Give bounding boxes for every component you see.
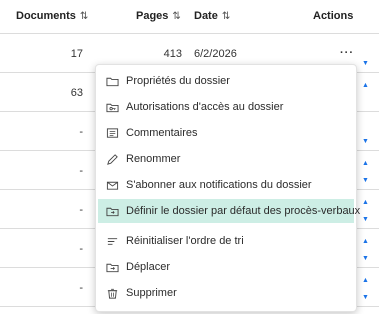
move-down-icon[interactable]: ▼ <box>362 177 369 184</box>
menu-item-folder-permissions[interactable]: Autorisations d'accès au dossier <box>96 95 356 119</box>
column-label-pages: Pages <box>136 10 169 22</box>
menu-item-set-default-minutes-folder[interactable]: Définir le dossier par défaut des procès… <box>98 199 360 223</box>
move-up-icon[interactable]: ▲ <box>362 160 369 167</box>
documents-count: - <box>79 165 83 177</box>
move-up-icon[interactable]: ▲ <box>362 238 369 245</box>
sort-icon[interactable]: ⇅ <box>172 11 180 22</box>
menu-item-folder-properties[interactable]: Propriétés du dossier <box>96 69 356 93</box>
folder-context-menu: Propriétés du dossier Autorisations d'ac… <box>95 64 360 312</box>
menu-item-label: Réinitialiser l'ordre de tri <box>126 235 244 247</box>
folder-key-icon <box>106 101 119 114</box>
sort-reset-icon <box>106 235 119 248</box>
menu-item-move[interactable]: Déplacer <box>96 255 356 279</box>
column-header-date[interactable]: Date ⇅ <box>194 10 230 22</box>
move-down-icon[interactable]: ▼ <box>362 216 369 223</box>
menu-item-label: S'abonner aux notifications du dossier <box>126 179 312 191</box>
menu-item-label: Définir le dossier par défaut des procès… <box>126 205 361 217</box>
documents-count: - <box>79 126 83 138</box>
documents-count: - <box>79 282 83 294</box>
menu-item-label: Commentaires <box>126 127 198 139</box>
folder-default-icon <box>106 205 119 218</box>
pencil-icon <box>106 153 119 166</box>
column-header-documents[interactable]: Documents ⇅ <box>16 10 88 22</box>
move-up-icon[interactable]: ▲ <box>362 199 369 206</box>
menu-item-comments[interactable]: Commentaires <box>96 121 356 145</box>
menu-item-label: Supprimer <box>126 287 177 299</box>
column-label-documents: Documents <box>16 10 76 22</box>
menu-item-label: Autorisations d'accès au dossier <box>126 101 284 113</box>
comment-icon <box>106 127 119 140</box>
sort-icon[interactable]: ⇅ <box>222 11 230 22</box>
date-value: 6/2/2026 <box>194 48 237 60</box>
pages-count: 413 <box>163 48 182 60</box>
table-header: Documents ⇅ Pages ⇅ Date ⇅ Actions <box>0 0 379 34</box>
column-header-actions: Actions <box>313 10 354 22</box>
folder-icon <box>106 75 119 88</box>
move-down-icon[interactable]: ▼ <box>362 138 369 145</box>
mail-subscribe-icon <box>106 179 119 192</box>
sort-icon[interactable]: ⇅ <box>80 11 88 22</box>
menu-item-label: Propriétés du dossier <box>126 75 230 87</box>
menu-item-rename[interactable]: Renommer <box>96 147 356 171</box>
menu-item-label: Renommer <box>126 153 181 165</box>
documents-count: - <box>79 243 83 255</box>
move-down-icon[interactable]: ▼ <box>362 60 369 67</box>
menu-item-subscribe-notifications[interactable]: S'abonner aux notifications du dossier <box>96 173 356 197</box>
documents-count: - <box>79 204 83 216</box>
column-header-pages[interactable]: Pages ⇅ <box>136 10 181 22</box>
documents-count: 63 <box>70 87 83 99</box>
move-icon <box>106 261 119 274</box>
more-actions-button[interactable]: ··· <box>340 47 354 59</box>
move-up-icon[interactable]: ▲ <box>362 277 369 284</box>
move-down-icon[interactable]: ▼ <box>362 255 369 262</box>
menu-item-label: Déplacer <box>126 261 171 273</box>
move-up-icon[interactable]: ▲ <box>362 82 369 89</box>
column-label-date: Date <box>194 10 218 22</box>
menu-item-reset-sort-order[interactable]: Réinitialiser l'ordre de tri <box>96 229 356 253</box>
documents-count: 17 <box>70 48 83 60</box>
menu-item-delete[interactable]: Supprimer <box>96 281 356 305</box>
trash-icon <box>106 287 119 300</box>
move-down-icon[interactable]: ▼ <box>362 294 369 301</box>
